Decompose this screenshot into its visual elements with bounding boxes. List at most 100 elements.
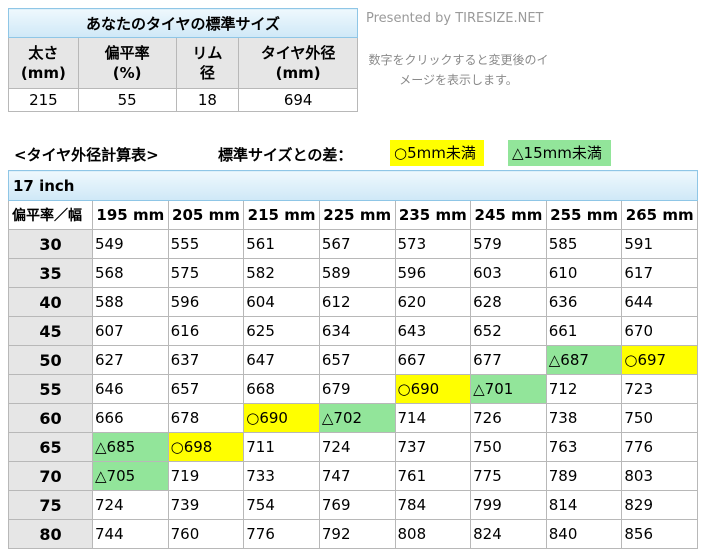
width-header-label: 太さ [28, 44, 59, 62]
diameter-cell[interactable]: 579 [470, 229, 547, 259]
diameter-cell[interactable]: 856 [621, 519, 698, 549]
diameter-cell[interactable]: 808 [394, 519, 472, 549]
diameter-cell[interactable]: 568 [92, 258, 169, 288]
diameter-cell[interactable]: 596 [167, 287, 245, 317]
diameter-cell[interactable]: 714 [394, 403, 472, 433]
table-row: 80 744 760 776 792 808 824 840 856 [8, 519, 698, 549]
diameter-cell[interactable]: 603 [470, 258, 547, 288]
diameter-cell[interactable]: △702 [318, 403, 396, 433]
diameter-cell[interactable]: 763 [545, 432, 623, 462]
diameter-cell[interactable]: 604 [243, 287, 320, 317]
diameter-cell[interactable]: 582 [243, 258, 320, 288]
diameter-cell[interactable]: △687 [545, 345, 623, 375]
diameter-cell[interactable]: 723 [621, 374, 698, 404]
diameter-cell[interactable]: 789 [545, 461, 623, 491]
diameter-cell[interactable]: 754 [243, 490, 320, 520]
diameter-cell[interactable]: 670 [621, 316, 698, 346]
diameter-cell[interactable]: 620 [394, 287, 472, 317]
diameter-cell[interactable]: 775 [470, 461, 547, 491]
diameter-cell[interactable]: 744 [92, 519, 169, 549]
table-row: 70 △705 719 733 747 761 775 789 803 [8, 461, 698, 491]
diameter-cell[interactable]: 657 [318, 345, 396, 375]
diameter-cell[interactable]: 711 [243, 432, 320, 462]
diameter-cell[interactable]: 555 [167, 229, 245, 259]
diameter-cell[interactable]: 739 [167, 490, 245, 520]
diameter-cell[interactable]: ○690 [394, 374, 472, 404]
diameter-cell[interactable]: 776 [621, 432, 698, 462]
diameter-cell[interactable]: 668 [243, 374, 320, 404]
diameter-cell[interactable]: 824 [470, 519, 547, 549]
diameter-cell[interactable]: 661 [545, 316, 623, 346]
diameter-cell[interactable]: 750 [621, 403, 698, 433]
diameter-cell[interactable]: 719 [167, 461, 245, 491]
diameter-cell[interactable]: △685 [92, 432, 169, 462]
diameter-cell[interactable]: △705 [92, 461, 169, 491]
diameter-cell[interactable]: 666 [92, 403, 169, 433]
diameter-cell[interactable]: 634 [318, 316, 396, 346]
diameter-cell[interactable]: 712 [545, 374, 623, 404]
diameter-cell[interactable]: 575 [167, 258, 245, 288]
table-row: 35 568 575 582 589 596 603 610 617 [8, 258, 698, 288]
diameter-cell[interactable]: 628 [470, 287, 547, 317]
diameter-cell[interactable]: 784 [394, 490, 472, 520]
diameter-cell[interactable]: 724 [318, 432, 396, 462]
width-header: 太さ (mm) [8, 37, 79, 89]
diameter-cell[interactable]: △701 [470, 374, 547, 404]
diameter-cell[interactable]: 644 [621, 287, 698, 317]
aspect-ratio-row-header: 75 [8, 490, 93, 520]
diameter-cell[interactable]: 652 [470, 316, 547, 346]
diameter-header-unit: (mm) [275, 64, 321, 82]
aspect-ratio-row-header: 80 [8, 519, 93, 549]
diameter-cell[interactable]: 829 [621, 490, 698, 520]
diameter-cell[interactable]: 737 [394, 432, 472, 462]
diameter-cell[interactable]: 643 [394, 316, 472, 346]
diameter-cell[interactable]: 636 [545, 287, 623, 317]
diameter-cell[interactable]: 814 [545, 490, 623, 520]
diameter-cell[interactable]: 585 [545, 229, 623, 259]
diameter-cell[interactable]: 561 [243, 229, 320, 259]
diameter-cell[interactable]: 567 [318, 229, 396, 259]
width-header-unit: (mm) [20, 64, 66, 82]
diameter-cell[interactable]: 596 [394, 258, 472, 288]
diameter-cell[interactable]: 573 [394, 229, 472, 259]
diameter-cell[interactable]: 799 [470, 490, 547, 520]
diameter-cell[interactable]: 792 [318, 519, 396, 549]
diameter-cell[interactable]: 750 [470, 432, 547, 462]
diameter-cell[interactable]: 625 [243, 316, 320, 346]
diameter-cell[interactable]: 637 [167, 345, 245, 375]
diameter-cell[interactable]: 747 [318, 461, 396, 491]
diameter-cell[interactable]: 733 [243, 461, 320, 491]
diameter-cell[interactable]: 612 [318, 287, 396, 317]
diameter-cell[interactable]: 769 [318, 490, 396, 520]
diameter-cell[interactable]: 589 [318, 258, 396, 288]
diameter-cell[interactable]: 803 [621, 461, 698, 491]
diameter-cell[interactable]: 724 [92, 490, 169, 520]
diameter-cell[interactable]: 726 [470, 403, 547, 433]
diameter-cell[interactable]: 647 [243, 345, 320, 375]
diameter-cell[interactable]: 588 [92, 287, 169, 317]
diameter-cell[interactable]: 549 [92, 229, 169, 259]
table-row: 55 646 657 668 679 ○690 △701 712 723 [8, 374, 698, 404]
diameter-cell[interactable]: 646 [92, 374, 169, 404]
diameter-cell[interactable]: 738 [545, 403, 623, 433]
diameter-cell[interactable]: 840 [545, 519, 623, 549]
diameter-cell[interactable]: 776 [243, 519, 320, 549]
diameter-cell[interactable]: 627 [92, 345, 169, 375]
diameter-cell[interactable]: 607 [92, 316, 169, 346]
diameter-cell[interactable]: 657 [167, 374, 245, 404]
diameter-cell[interactable]: 760 [167, 519, 245, 549]
diameter-cell[interactable]: 678 [167, 403, 245, 433]
diameter-cell[interactable]: 617 [621, 258, 698, 288]
diameter-cell[interactable]: 761 [394, 461, 472, 491]
diameter-cell[interactable]: 667 [394, 345, 472, 375]
diameter-cell[interactable]: 591 [621, 229, 698, 259]
diameter-cell[interactable]: ○690 [243, 403, 320, 433]
diameter-cell[interactable]: 677 [470, 345, 547, 375]
rim-value: 18 [175, 88, 240, 112]
diameter-cell[interactable]: 610 [545, 258, 623, 288]
diameter-cell[interactable]: ○697 [621, 345, 698, 375]
diameter-cell[interactable]: 616 [167, 316, 245, 346]
diameter-calc-table: 17 inch 偏平率／幅 195 mm 205 mm 215 mm 225 mm 23… [8, 170, 698, 549]
diameter-cell[interactable]: 679 [318, 374, 396, 404]
diameter-cell[interactable]: ○698 [167, 432, 245, 462]
